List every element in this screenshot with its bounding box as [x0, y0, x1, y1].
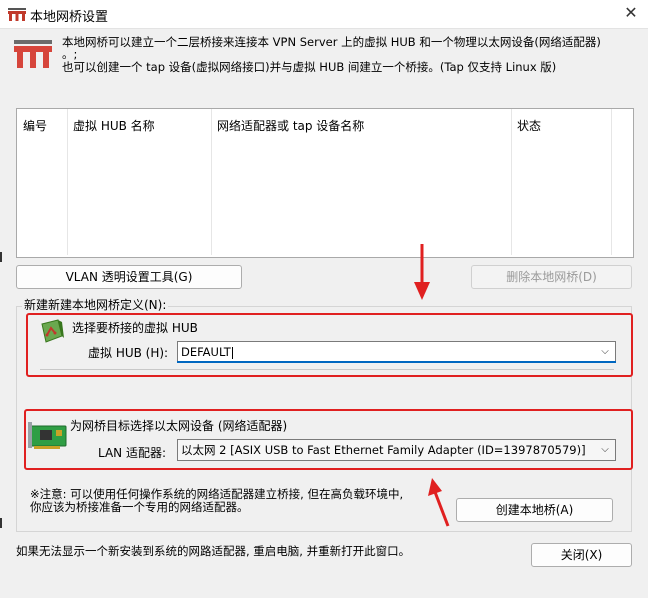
network-card-icon [28, 422, 67, 449]
virtual-hub-icon [41, 319, 64, 343]
column-separator [211, 109, 212, 255]
chevron-down-icon[interactable]: ⌵ [599, 440, 611, 460]
footer-text: 如果无法显示一个新安装到系统的网路适配器, 重启电脑, 并重新打开此窗口。 [16, 544, 411, 558]
column-header-adapter-name[interactable]: 网络适配器或 tap 设备名称 [217, 117, 364, 134]
chevron-down-icon[interactable]: ⌵ [599, 342, 611, 362]
description-line-2: 也可以创建一个 tap 设备(虚拟网络接口)并与虚拟 HUB 间建立一个桥接。(… [62, 60, 557, 74]
close-window-button[interactable]: ✕ [620, 2, 642, 24]
divider [40, 369, 614, 370]
hub-label: 虚拟 HUB (H): [88, 346, 169, 360]
new-bridge-group-title: 新建新建本地网桥定义(N): [22, 296, 169, 313]
text-cursor [231, 346, 233, 359]
adapter-select-value: 以太网 2 [ASIX USB to Fast Ethernet Family … [181, 443, 586, 457]
hub-select-focus-line [177, 361, 616, 363]
bridge-icon [14, 40, 52, 68]
window-title: 本地网桥设置 [30, 10, 109, 25]
bridge-list[interactable]: 编号 虚拟 HUB 名称 网络适配器或 tap 设备名称 状态 [16, 108, 634, 258]
app-icon [8, 8, 26, 21]
background-window-edge [0, 518, 2, 528]
create-bridge-button[interactable]: 创建本地桥(A) [456, 498, 613, 522]
column-header-number[interactable]: 编号 [23, 117, 47, 134]
column-separator [67, 109, 68, 255]
column-separator [511, 109, 512, 255]
column-separator [611, 109, 612, 255]
annotation-arrow-down [414, 244, 430, 300]
column-header-status[interactable]: 状态 [517, 117, 541, 134]
close-button[interactable]: 关闭(X) [531, 543, 632, 567]
hub-section-title: 选择要桥接的虚拟 HUB [72, 321, 198, 335]
vlan-tool-button[interactable]: VLAN 透明设置工具(G) [16, 265, 242, 289]
delete-bridge-button[interactable]: 删除本地网桥(D) [471, 265, 632, 289]
column-header-hub-name[interactable]: 虚拟 HUB 名称 [73, 117, 155, 134]
hub-select[interactable]: DEFAULT ⌵ [177, 341, 616, 363]
note-line-2: 你应该为桥接准备一个专用的网络适配器。 [30, 500, 249, 514]
description-line-1: 本地网桥可以建立一个二层桥接来连接本 VPN Server 上的虚拟 HUB 和… [62, 35, 601, 49]
adapter-label: LAN 适配器: [98, 446, 167, 460]
adapter-select[interactable]: 以太网 2 [ASIX USB to Fast Ethernet Family … [177, 439, 616, 461]
hub-select-value: DEFAULT [181, 345, 231, 359]
annotation-arrow-up [428, 478, 450, 527]
background-window-edge [0, 252, 2, 262]
adapter-section-title: 为网桥目标选择以太网设备 (网络适配器) [70, 419, 288, 433]
